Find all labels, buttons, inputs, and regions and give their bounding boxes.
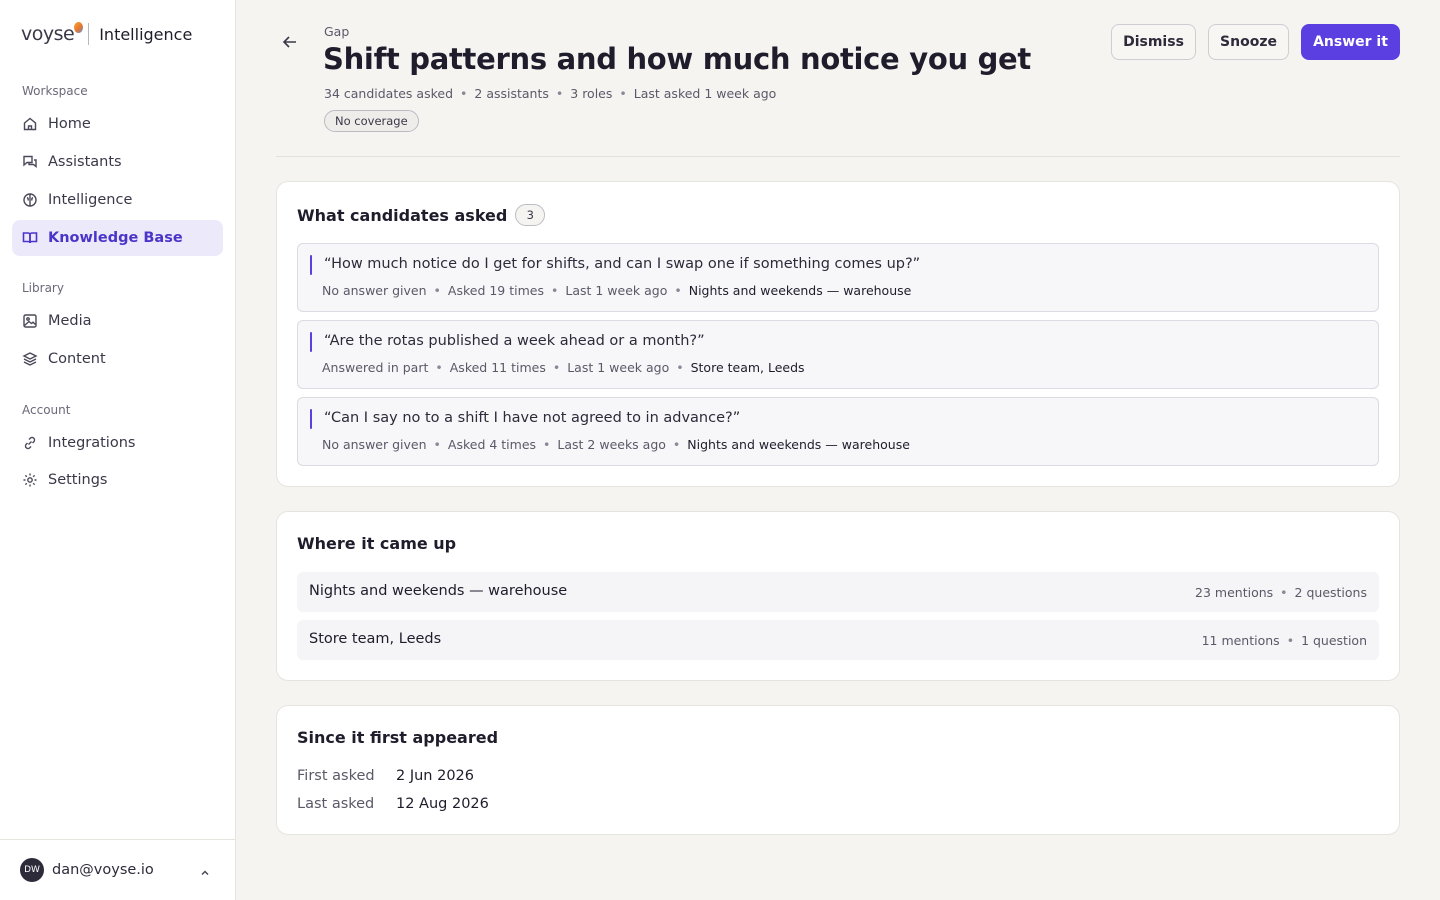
section-label-workspace: Workspace	[22, 84, 88, 98]
section-label-account: Account	[22, 403, 71, 417]
role-name: Store team, Leeds	[690, 360, 805, 375]
brain-icon	[22, 192, 38, 208]
meta-assistants: 2 assistants	[474, 86, 549, 101]
chat-icon	[22, 154, 38, 170]
first-asked-label: First asked	[297, 768, 375, 784]
answer-it-button[interactable]: Answer it	[1301, 24, 1400, 60]
product-name: Intelligence	[99, 24, 193, 44]
questions-count: 2 questions	[1294, 585, 1367, 600]
place-name: Nights and weekends — warehouse	[309, 583, 568, 599]
sidebar-item-media[interactable]: Media	[12, 303, 223, 339]
first-asked-value: 2 Jun 2026	[396, 768, 475, 784]
sidebar-item-label: Knowledge Base	[48, 230, 183, 246]
arrow-left-icon	[281, 33, 299, 55]
answer-status: No answer given	[322, 437, 427, 452]
card-title-text: What candidates asked	[297, 205, 508, 225]
question-meta: Answered in part • Asked 11 times • Last 1 w…	[322, 360, 805, 375]
question-text: “How much notice do I get for shifts, an…	[324, 256, 921, 272]
chevron-up-icon[interactable]	[199, 864, 211, 883]
last-asked: Last 1 week ago	[565, 283, 668, 298]
place-stats: 11 mentions • 1 question	[1201, 633, 1367, 648]
list-item[interactable]: Nights and weekends — warehouse 23 menti…	[297, 572, 1379, 612]
sidebar-item-intelligence[interactable]: Intelligence	[12, 182, 223, 218]
question-text: “Can I say no to a shift I have not agre…	[324, 410, 741, 426]
last-asked: Last 1 week ago	[567, 360, 670, 375]
place-stats: 23 mentions • 2 questions	[1195, 585, 1367, 600]
logo-mark-icon	[74, 22, 84, 33]
asked-count: Asked 4 times	[447, 437, 537, 452]
question-item[interactable]: “Can I say no to a shift I have not agre…	[297, 397, 1379, 466]
quote-bar	[310, 409, 312, 429]
questions-card: What candidates asked 3 “How much notice…	[276, 181, 1400, 487]
role-name: Nights and weekends — warehouse	[687, 437, 910, 452]
sidebar-item-home[interactable]: Home	[12, 106, 223, 142]
timeline-card-title: Since it first appeared	[297, 728, 499, 747]
back-button[interactable]	[279, 33, 301, 55]
meta-last-asked: Last asked 1 week ago	[633, 86, 777, 101]
layers-icon	[22, 351, 38, 367]
quote-bar	[310, 332, 312, 352]
sidebar-item-knowledge-base[interactable]: Knowledge Base	[12, 220, 223, 256]
voyse-logo: voyse	[21, 22, 84, 45]
dismiss-button[interactable]: Dismiss	[1111, 24, 1196, 60]
question-count-badge: 3	[515, 204, 546, 226]
sidebar-item-assistants[interactable]: Assistants	[12, 144, 223, 180]
header-divider	[276, 156, 1400, 157]
user-menu[interactable]: DW dan@voyse.io	[0, 839, 235, 900]
questions-card-title: What candidates asked 3	[297, 204, 546, 226]
brand-divider	[88, 23, 90, 45]
avatar: DW	[20, 858, 44, 882]
sidebar-item-label: Intelligence	[48, 192, 133, 208]
book-icon	[22, 230, 38, 246]
meta-roles: 3 roles	[570, 86, 613, 101]
sidebar-item-settings[interactable]: Settings	[12, 462, 223, 498]
last-asked: Last 2 weeks ago	[557, 437, 666, 452]
asked-count: Asked 11 times	[449, 360, 546, 375]
mentions-count: 23 mentions	[1195, 585, 1274, 600]
place-name: Store team, Leeds	[309, 631, 442, 647]
sidebar-item-label: Assistants	[48, 154, 122, 170]
sidebar-item-label: Settings	[48, 472, 108, 488]
answer-status: Answered in part	[322, 360, 429, 375]
last-asked-value: 12 Aug 2026	[396, 796, 489, 812]
quote-bar	[310, 255, 312, 275]
sidebar-item-label: Home	[48, 116, 91, 132]
question-item[interactable]: “How much notice do I get for shifts, an…	[297, 243, 1379, 312]
mentions-count: 11 mentions	[1201, 633, 1280, 648]
question-meta: No answer given • Asked 19 times • Last 1 we…	[322, 283, 912, 298]
places-card: Where it came up Nights and weekends — w…	[276, 511, 1400, 681]
page-eyebrow: Gap	[324, 24, 350, 39]
gear-icon	[22, 472, 38, 488]
sidebar-item-label: Media	[48, 313, 92, 329]
snooze-button[interactable]: Snooze	[1208, 24, 1289, 60]
brand[interactable]: voyse Intelligence	[21, 20, 192, 48]
question-text: “Are the rotas published a week ahead or…	[324, 333, 705, 349]
sidebar-item-label: Content	[48, 351, 106, 367]
home-icon	[22, 116, 38, 132]
question-meta: No answer given • Asked 4 times • Last 2 wee…	[322, 437, 910, 452]
list-item[interactable]: Store team, Leeds 11 mentions • 1 question	[297, 620, 1379, 660]
image-icon	[22, 313, 38, 329]
sidebar: voyse Intelligence Workspace Home Assist…	[0, 0, 236, 900]
sidebar-item-label: Integrations	[48, 435, 136, 451]
page-meta: 34 candidates asked • 2 assistants • 3 roles…	[324, 86, 777, 101]
sidebar-item-content[interactable]: Content	[12, 341, 223, 377]
question-item[interactable]: “Are the rotas published a week ahead or…	[297, 320, 1379, 389]
asked-count: Asked 19 times	[447, 283, 544, 298]
meta-candidates: 34 candidates asked	[324, 86, 454, 101]
timeline-card: Since it first appeared First asked 2 Ju…	[276, 705, 1400, 835]
user-email: dan@voyse.io	[52, 862, 154, 878]
last-asked-label: Last asked	[297, 796, 375, 812]
role-name: Nights and weekends — warehouse	[688, 283, 912, 298]
link-icon	[22, 435, 38, 451]
page-title: Shift patterns and how much notice you g…	[323, 42, 1031, 76]
answer-status: No answer given	[322, 283, 427, 298]
section-label-library: Library	[22, 281, 64, 295]
status-badge: No coverage	[324, 110, 419, 132]
questions-count: 1 question	[1301, 633, 1367, 648]
sidebar-item-integrations[interactable]: Integrations	[12, 425, 223, 461]
places-card-title: Where it came up	[297, 534, 457, 553]
